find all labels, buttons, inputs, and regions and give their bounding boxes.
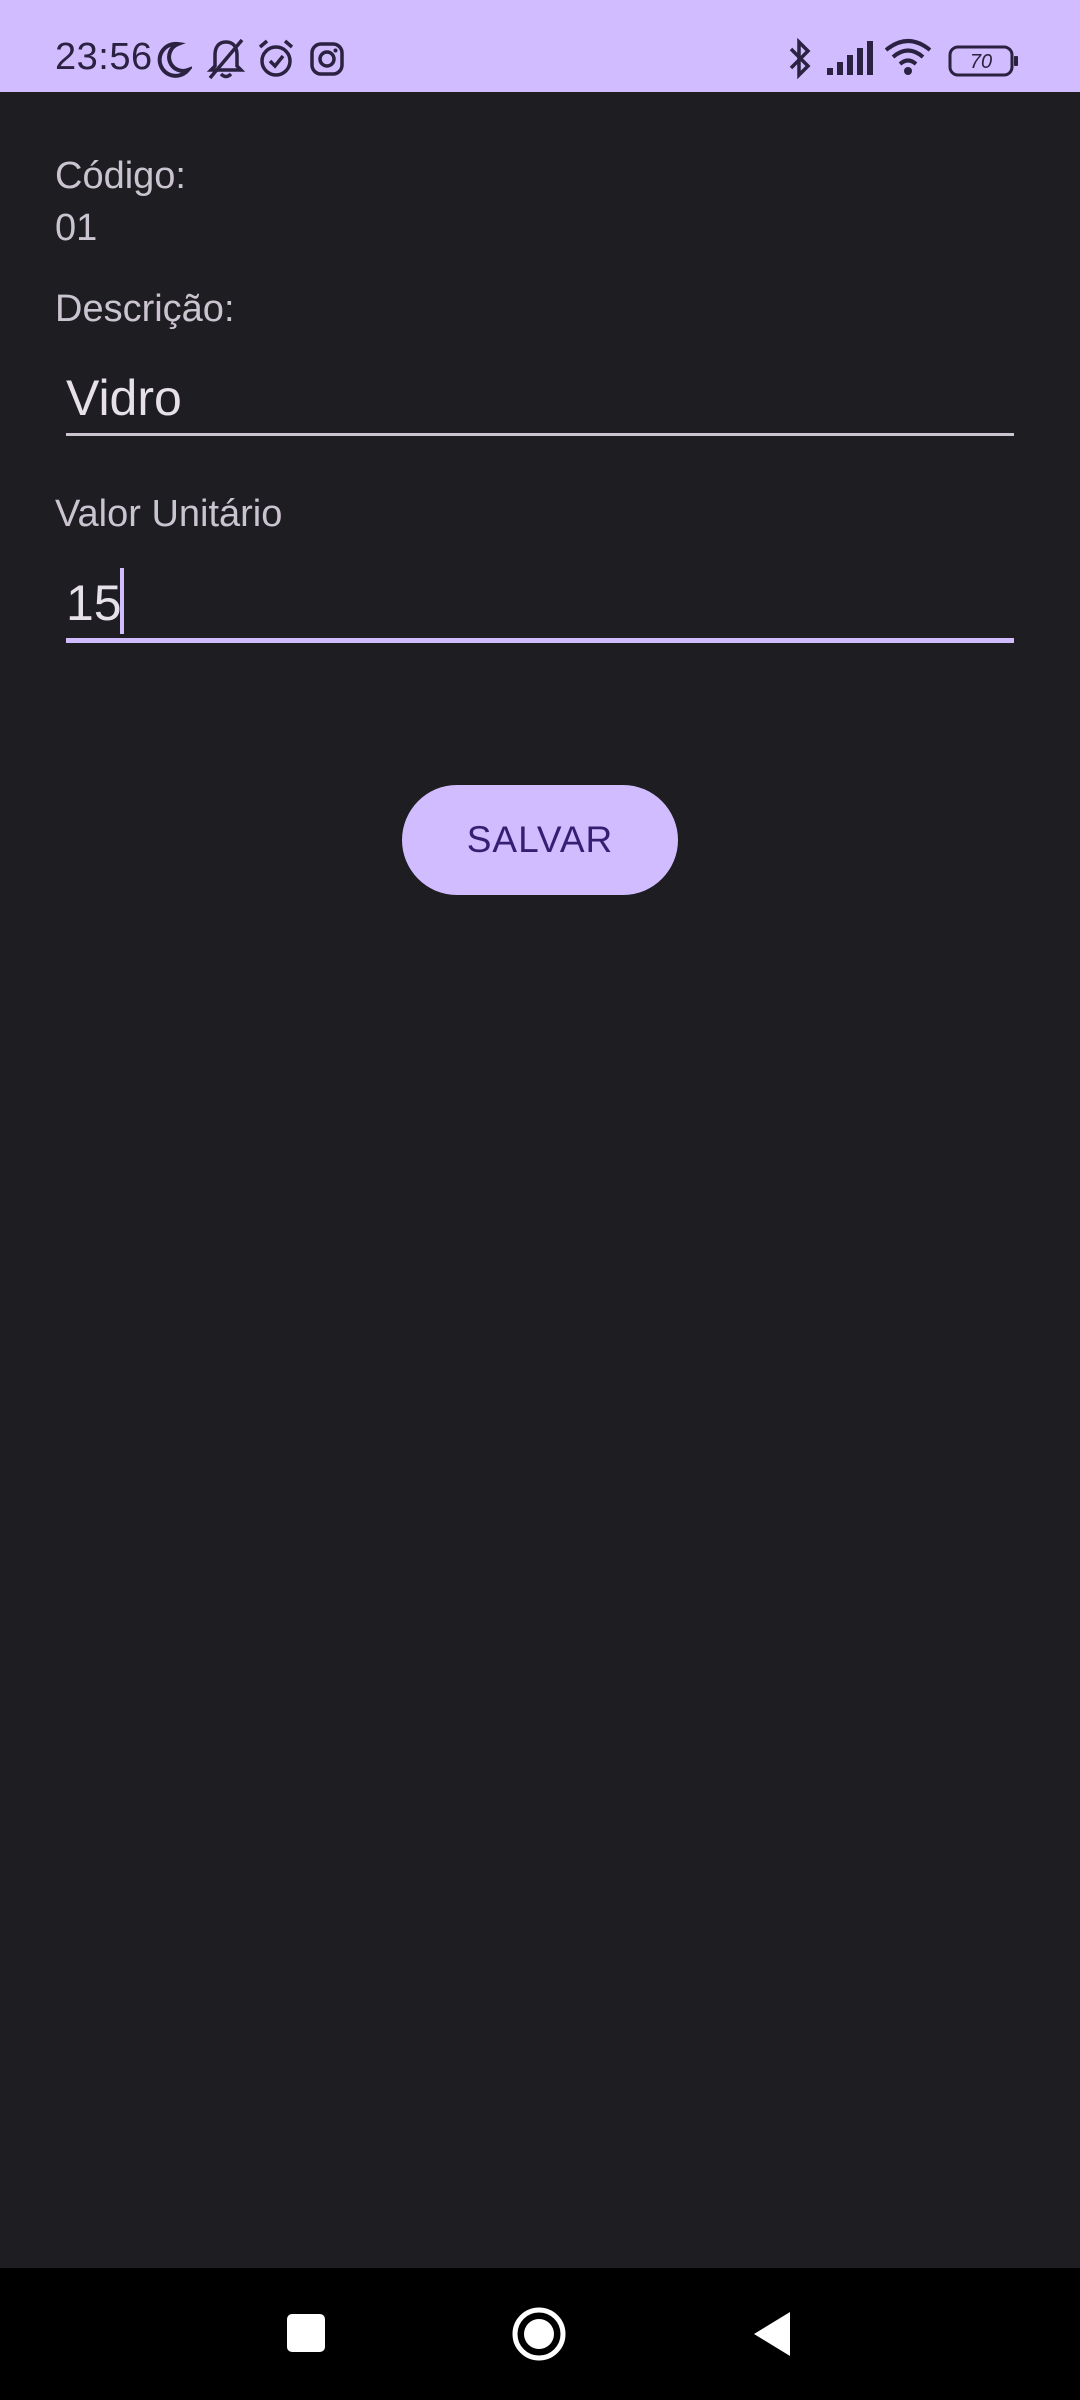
valor-unitario-label: Valor Unitário xyxy=(55,493,283,535)
back-triangle-icon[interactable] xyxy=(752,2310,792,2363)
descricao-underline xyxy=(66,433,1014,436)
bell-off-icon xyxy=(206,38,246,80)
status-bar: 23:56 70 xyxy=(0,0,1080,92)
status-time: 23:56 xyxy=(55,36,153,78)
text-cursor xyxy=(120,568,124,634)
valor-unitario-input[interactable] xyxy=(66,570,1014,636)
moon-icon xyxy=(154,40,192,80)
save-button[interactable]: SALVAR xyxy=(402,785,678,895)
descricao-label: Descrição: xyxy=(55,288,235,330)
instagram-icon xyxy=(310,42,344,76)
bluetooth-icon xyxy=(786,38,814,80)
battery-level: 70 xyxy=(970,51,992,73)
alarm-icon xyxy=(256,38,296,80)
valor-unitario-underline xyxy=(66,638,1014,643)
wifi-icon xyxy=(884,38,932,76)
signal-icon xyxy=(826,40,876,76)
navigation-bar xyxy=(0,2268,1080,2400)
recents-square-icon[interactable] xyxy=(286,2313,326,2358)
codigo-value: 01 xyxy=(55,207,98,249)
battery-icon: 70 xyxy=(948,45,1020,77)
home-circle-icon[interactable] xyxy=(511,2306,567,2367)
descricao-input[interactable] xyxy=(66,365,1014,431)
codigo-label: Código: xyxy=(55,155,186,197)
